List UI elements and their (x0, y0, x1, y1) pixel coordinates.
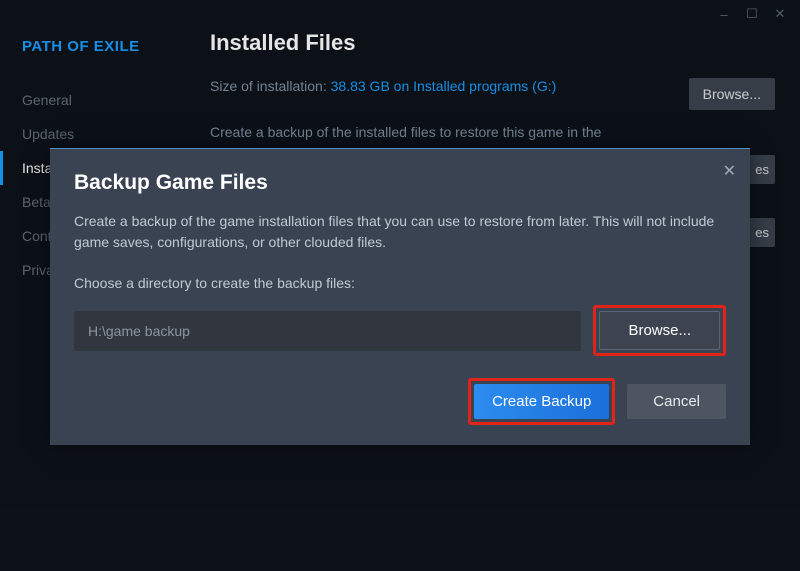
browse-button[interactable]: Browse... (599, 311, 720, 350)
cancel-button[interactable]: Cancel (627, 384, 726, 419)
close-icon[interactable]: ✕ (723, 161, 736, 181)
highlight-browse: Browse... (593, 305, 726, 356)
backup-path-input[interactable] (74, 311, 581, 351)
modal-actions: Create Backup Cancel (74, 378, 726, 425)
modal-description: Create a backup of the game installation… (74, 211, 726, 253)
choose-directory-label: Choose a directory to create the backup … (74, 275, 726, 291)
highlight-create: Create Backup (468, 378, 615, 425)
create-backup-button[interactable]: Create Backup (474, 384, 609, 419)
directory-input-row: Browse... (74, 305, 726, 356)
modal-overlay: ✕ Backup Game Files Create a backup of t… (0, 0, 800, 571)
modal-title: Backup Game Files (74, 171, 726, 195)
backup-modal: ✕ Backup Game Files Create a backup of t… (50, 148, 750, 445)
